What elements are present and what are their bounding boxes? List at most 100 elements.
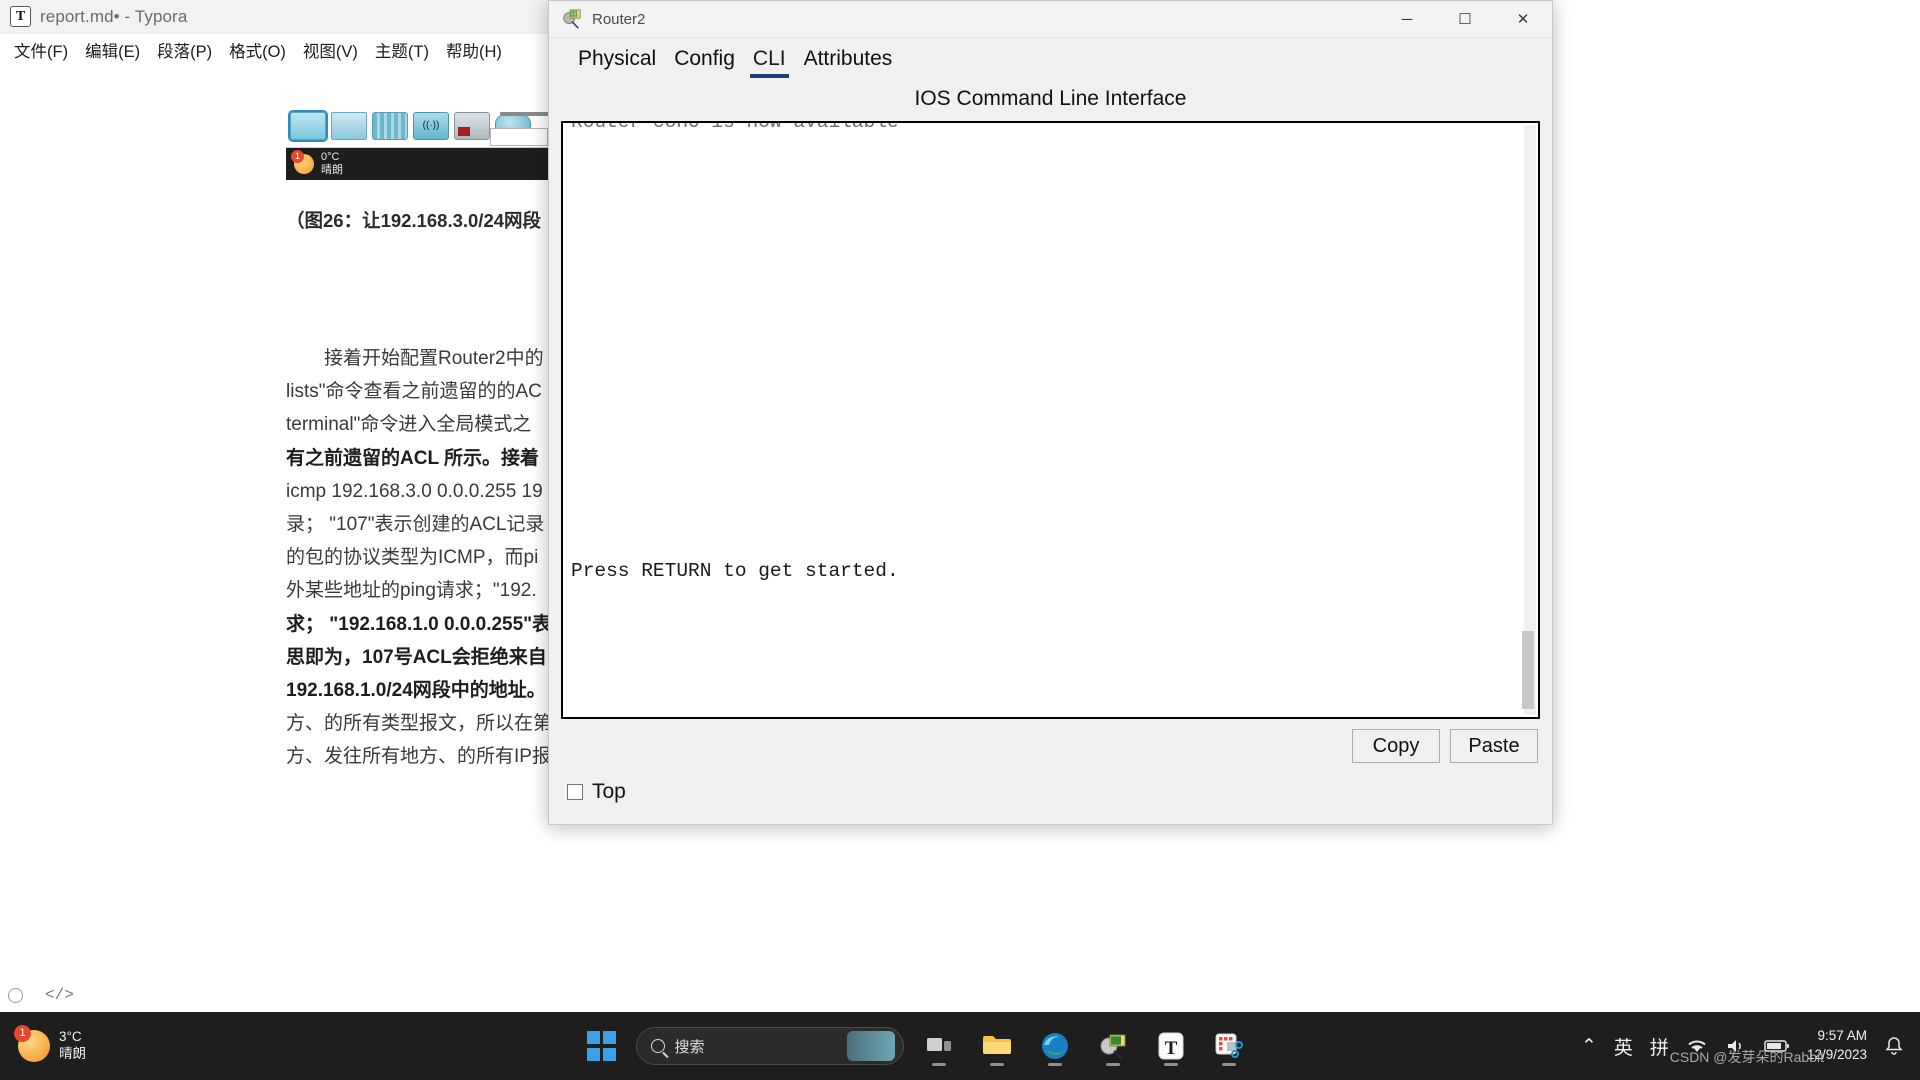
start-button[interactable] — [578, 1023, 624, 1069]
clock-time: 9:57 AM — [1817, 1028, 1867, 1044]
edge-glyph — [1042, 1033, 1069, 1059]
weather-badge: 1 — [291, 150, 304, 163]
tab-cli[interactable]: CLI — [744, 47, 795, 78]
typora-icon[interactable]: T — [1148, 1023, 1194, 1069]
sun-icon: 1 — [291, 150, 314, 174]
typora-glyph: T — [1158, 1032, 1184, 1060]
top-checkbox[interactable] — [567, 784, 583, 800]
typora-window-title: report.md• - Typora — [40, 6, 188, 26]
app-running-indicator — [1164, 1063, 1179, 1066]
router2-titlebar[interactable]: Router2 ─ ☐ ✕ — [549, 1, 1552, 38]
terminal-line: Press RETURN to get started. — [571, 559, 899, 582]
taskbar-weather-widget[interactable]: 1 3°C 晴朗 — [0, 1025, 250, 1063]
svg-text:T: T — [1165, 1038, 1178, 1059]
app-running-indicator — [1106, 1063, 1121, 1066]
cli-button-row: Copy Paste — [561, 719, 1540, 763]
weather-text: 0°C 晴朗 — [321, 151, 343, 176]
close-button[interactable]: ✕ — [1494, 1, 1552, 38]
ime-language-indicator[interactable]: 英 — [1614, 1033, 1633, 1060]
top-checkbox-label: Top — [592, 780, 626, 803]
tab-attributes[interactable]: Attributes — [795, 47, 902, 78]
panel-title: IOS Command Line Interface — [914, 87, 1187, 110]
menu-paragraph[interactable]: 段落(P) — [149, 35, 220, 65]
packet-tracer-glyph — [1100, 1034, 1126, 1060]
typora-statusbar: </> — [8, 986, 74, 1004]
watermark: CSDN @发芽朵的Rabbit — [1669, 1049, 1824, 1065]
window-controls[interactable]: ─ ☐ ✕ — [1378, 1, 1552, 38]
menu-edit[interactable]: 编辑(E) — [77, 35, 148, 65]
minimize-button[interactable]: ─ — [1378, 1, 1436, 38]
packet-tracer-router-icon — [563, 9, 581, 29]
weather-cond: 晴朗 — [321, 164, 343, 176]
router2-body: Physical Config CLI Attributes IOS Comma… — [549, 38, 1552, 824]
tab-config[interactable]: Config — [665, 47, 744, 78]
app-running-indicator — [1048, 1063, 1063, 1066]
menu-help[interactable]: 帮助(H) — [438, 35, 510, 65]
terminal-scrollbar-thumb[interactable] — [1522, 631, 1534, 709]
task-view-glyph — [927, 1038, 952, 1051]
outline-toggle-icon[interactable] — [8, 987, 23, 1003]
taskbar-center: 搜索 T — [250, 1023, 1581, 1069]
router2-title: Router2 — [592, 10, 646, 28]
router2-tabs[interactable]: Physical Config CLI Attributes — [555, 38, 1546, 78]
weather-notification-badge: 1 — [14, 1025, 31, 1042]
ime-mode-indicator[interactable]: 拼 — [1650, 1033, 1669, 1060]
snipping-tool-glyph — [1215, 1033, 1244, 1058]
copy-button[interactable]: Copy — [1352, 729, 1440, 763]
tab-physical[interactable]: Physical — [569, 47, 665, 78]
router2-window[interactable]: Router2 ─ ☐ ✕ Physical Config CLI Attrib… — [548, 0, 1553, 825]
menu-theme[interactable]: 主题(T) — [367, 35, 437, 65]
maximize-button[interactable]: ☐ — [1436, 1, 1494, 38]
hub-device-icon — [372, 111, 408, 140]
edge-browser-icon[interactable] — [1032, 1023, 1078, 1069]
menu-file[interactable]: 文件(F) — [6, 35, 76, 65]
app-running-indicator — [990, 1063, 1005, 1066]
switch-device-icon — [331, 111, 367, 140]
terminal-scrollbar[interactable] — [1522, 125, 1536, 715]
taskbar-weather-text: 3°C 晴朗 — [59, 1029, 86, 1063]
windows-logo-icon — [586, 1031, 617, 1061]
task-view-icon[interactable] — [916, 1023, 962, 1069]
search-icon — [651, 1039, 666, 1053]
terminal-text: Press RETURN to get started. — [563, 123, 1538, 718]
weather-widget: 1 0°C 晴朗 — [286, 148, 548, 180]
weather-temp: 0°C — [321, 151, 340, 164]
file-explorer-icon[interactable] — [974, 1023, 1020, 1069]
connection-device-icon — [454, 111, 490, 140]
folder-glyph — [983, 1036, 1012, 1054]
menu-view[interactable]: 视图(V) — [295, 35, 366, 65]
router-device-icon — [288, 109, 328, 142]
cli-panel: IOS Command Line Interface Router con0 i… — [555, 78, 1546, 766]
packet-tracer-icon[interactable] — [1090, 1023, 1136, 1069]
figure-caption: （图26：让192.168.3.0/24网段 — [286, 210, 542, 231]
snipping-tool-icon[interactable] — [1206, 1023, 1252, 1069]
paste-button[interactable]: Paste — [1450, 729, 1538, 763]
router2-footer: Top — [555, 766, 1546, 818]
tray-chevron-up-icon[interactable]: ⌃ — [1581, 1035, 1597, 1058]
source-code-toggle-icon[interactable]: </> — [45, 986, 74, 1004]
microphone-icon[interactable] — [847, 1031, 896, 1061]
windows-taskbar[interactable]: 1 3°C 晴朗 搜索 T ⌃ 英 拼 9:57 AM 12/9/2023 CS… — [0, 1012, 1920, 1080]
taskbar-weather-cond: 晴朗 — [59, 1046, 86, 1061]
bell-icon[interactable] — [1884, 1036, 1904, 1056]
sun-icon: 1 — [14, 1025, 50, 1062]
terminal-output[interactable]: Router con0 is now available Press RETUR… — [561, 121, 1540, 719]
toolbar-divider — [500, 112, 548, 116]
typora-app-icon: T — [10, 6, 31, 27]
app-running-indicator — [1222, 1063, 1237, 1066]
taskbar-search-box[interactable]: 搜索 — [636, 1027, 905, 1065]
wireless-device-icon: ((·)) — [413, 111, 449, 140]
taskbar-weather-temp: 3°C — [59, 1029, 82, 1045]
toolbar-input-box — [490, 128, 548, 146]
menu-format[interactable]: 格式(O) — [221, 35, 294, 65]
search-placeholder: 搜索 — [674, 1038, 705, 1056]
app-running-indicator — [932, 1063, 947, 1066]
terminal-clipped-line: Router con0 is now available — [571, 121, 899, 133]
